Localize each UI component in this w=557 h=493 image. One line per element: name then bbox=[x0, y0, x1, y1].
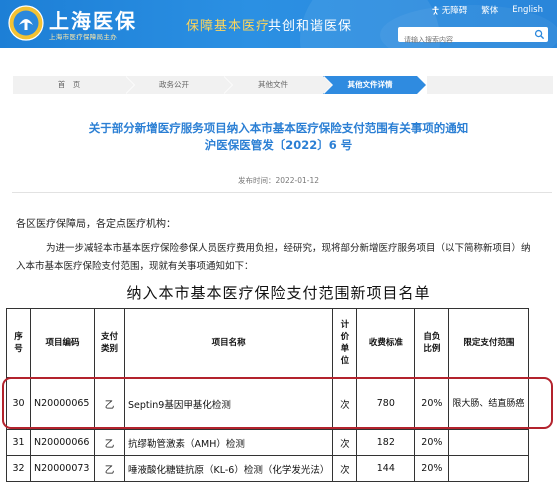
site-title: 上海医保 bbox=[49, 9, 137, 33]
site-header: 上海医保 上海市医疗保障局主办 保障基本医疗 共创和谐医保 无障碍 繁体 Eng… bbox=[0, 0, 557, 48]
cell-self-pay: 20% bbox=[414, 377, 450, 430]
publish-date-label: 发布时间： bbox=[237, 176, 276, 185]
body-line-1: 为进一步减轻本市基本医疗保险参保人员医疗费用负担，经研究，现将部分新增医疗服务项… bbox=[46, 243, 531, 254]
publish-date-value: 2022-01-12 bbox=[275, 176, 320, 185]
cell-unit: 次 bbox=[332, 377, 358, 430]
slogan-right: 共创和谐医保 bbox=[268, 19, 353, 34]
table-row: 32 N20000073 乙 唾液酸化糖链抗原（KL-6）检测（化学发光法） 次… bbox=[6, 455, 530, 482]
cell-fee: 780 bbox=[356, 377, 416, 430]
accessibility-icon bbox=[432, 5, 439, 15]
breadcrumb-government-affairs-label: 政务公开 bbox=[159, 80, 189, 89]
top-links: 无障碍 繁体 English bbox=[431, 4, 543, 16]
cell-pay-type: 乙 bbox=[94, 429, 125, 456]
divider bbox=[12, 192, 552, 193]
cell-self-pay: 20% bbox=[414, 429, 450, 456]
cell-seq: 32 bbox=[6, 455, 31, 482]
breadcrumb: 首 页 政务公开 其他文件 其他文件详情 bbox=[13, 76, 553, 94]
search-box bbox=[398, 27, 548, 48]
header-pay-type: 支付 类别 bbox=[94, 308, 125, 378]
cell-seq: 31 bbox=[6, 429, 31, 456]
cell-code: N20000073 bbox=[30, 455, 95, 482]
site-subtitle: 上海市医疗保障局主办 bbox=[49, 33, 117, 41]
breadcrumb-other-files[interactable]: 其他文件 bbox=[223, 76, 333, 94]
header-name: 项目名称 bbox=[123, 308, 334, 378]
cell-fee: 182 bbox=[356, 429, 416, 456]
search-input[interactable] bbox=[398, 32, 530, 48]
cell-unit: 次 bbox=[332, 429, 358, 456]
table-row: 31 N20000066 乙 抗缪勒管激素（AMH）检测 次 182 20% bbox=[6, 429, 530, 456]
breadcrumb-filler bbox=[427, 76, 553, 94]
cell-fee: 144 bbox=[356, 455, 416, 482]
greeting: 各区医疗保障局，各定点医疗机构： bbox=[16, 219, 176, 230]
header-self-pay: 自负 比例 bbox=[414, 308, 450, 378]
breadcrumb-current: 其他文件详情 bbox=[323, 76, 426, 94]
slogan-left: 保障基本医疗 bbox=[186, 15, 270, 34]
table-row: 30 N20000065 乙 Septin9基因甲基化检测 次 780 20% … bbox=[6, 377, 530, 430]
table-header-row: 序号 项目编码 支付 类别 项目名称 计价单位 收费标准 自负 比例 限定支付范围 bbox=[6, 308, 530, 378]
header-code: 项目编码 bbox=[30, 308, 95, 378]
accessibility-label: 无障碍 bbox=[441, 6, 468, 16]
body-line-2: 入本市基本医疗保险支付范围，现就有关事项通知如下： bbox=[16, 261, 254, 272]
cell-name: 唾液酸化糖链抗原（KL-6）检测（化学发光法） bbox=[123, 455, 334, 482]
cell-pay-type: 乙 bbox=[94, 377, 125, 430]
cell-unit: 次 bbox=[332, 455, 358, 482]
cell-code: N20000065 bbox=[30, 377, 95, 430]
shanghai-medical-insurance-logo-icon[interactable] bbox=[8, 5, 44, 41]
header-fee: 收费标准 bbox=[356, 308, 416, 378]
cell-seq: 30 bbox=[6, 377, 31, 430]
accessibility-link[interactable]: 无障碍 bbox=[431, 4, 468, 16]
cell-limit bbox=[448, 429, 530, 456]
cell-name: 抗缪勒管激素（AMH）检测 bbox=[123, 429, 334, 456]
document-number: 沪医保医管发〔2022〕6 号 bbox=[204, 138, 353, 152]
cell-self-pay: 20% bbox=[414, 455, 450, 482]
article-title: 关于部分新增医疗服务项目纳入本市基本医疗保险支付范围有关事项的通知 bbox=[88, 121, 469, 135]
search-icon[interactable] bbox=[534, 29, 545, 40]
breadcrumb-current-label: 其他文件详情 bbox=[347, 80, 393, 89]
slogan-left-text: 保障基本医疗 bbox=[186, 19, 271, 34]
traditional-chinese-link[interactable]: 繁体 bbox=[481, 4, 498, 16]
cell-name: Septin9基因甲基化检测 bbox=[123, 377, 334, 430]
cell-limit bbox=[448, 455, 530, 482]
header-seq: 序号 bbox=[6, 308, 31, 378]
publish-date: 发布时间：2022-01-12 bbox=[0, 175, 557, 186]
cell-pay-type: 乙 bbox=[94, 455, 125, 482]
english-link[interactable]: English bbox=[512, 5, 543, 15]
header-limit: 限定支付范围 bbox=[448, 308, 530, 378]
breadcrumb-other-files-label: 其他文件 bbox=[258, 80, 288, 89]
breadcrumb-home[interactable]: 首 页 bbox=[13, 76, 135, 94]
table-caption: 纳入本市基本医疗保险支付范围新项目名单 bbox=[126, 284, 431, 302]
project-list-table: 序号 项目编码 支付 类别 项目名称 计价单位 收费标准 自负 比例 限定支付范围 … bbox=[6, 308, 530, 482]
cell-code: N20000066 bbox=[30, 429, 95, 456]
cell-limit: 限大肠、结直肠癌 bbox=[448, 377, 530, 430]
header-unit: 计价单位 bbox=[332, 308, 358, 378]
breadcrumb-home-label: 首 页 bbox=[57, 80, 81, 89]
breadcrumb-government-affairs[interactable]: 政务公开 bbox=[125, 76, 233, 94]
